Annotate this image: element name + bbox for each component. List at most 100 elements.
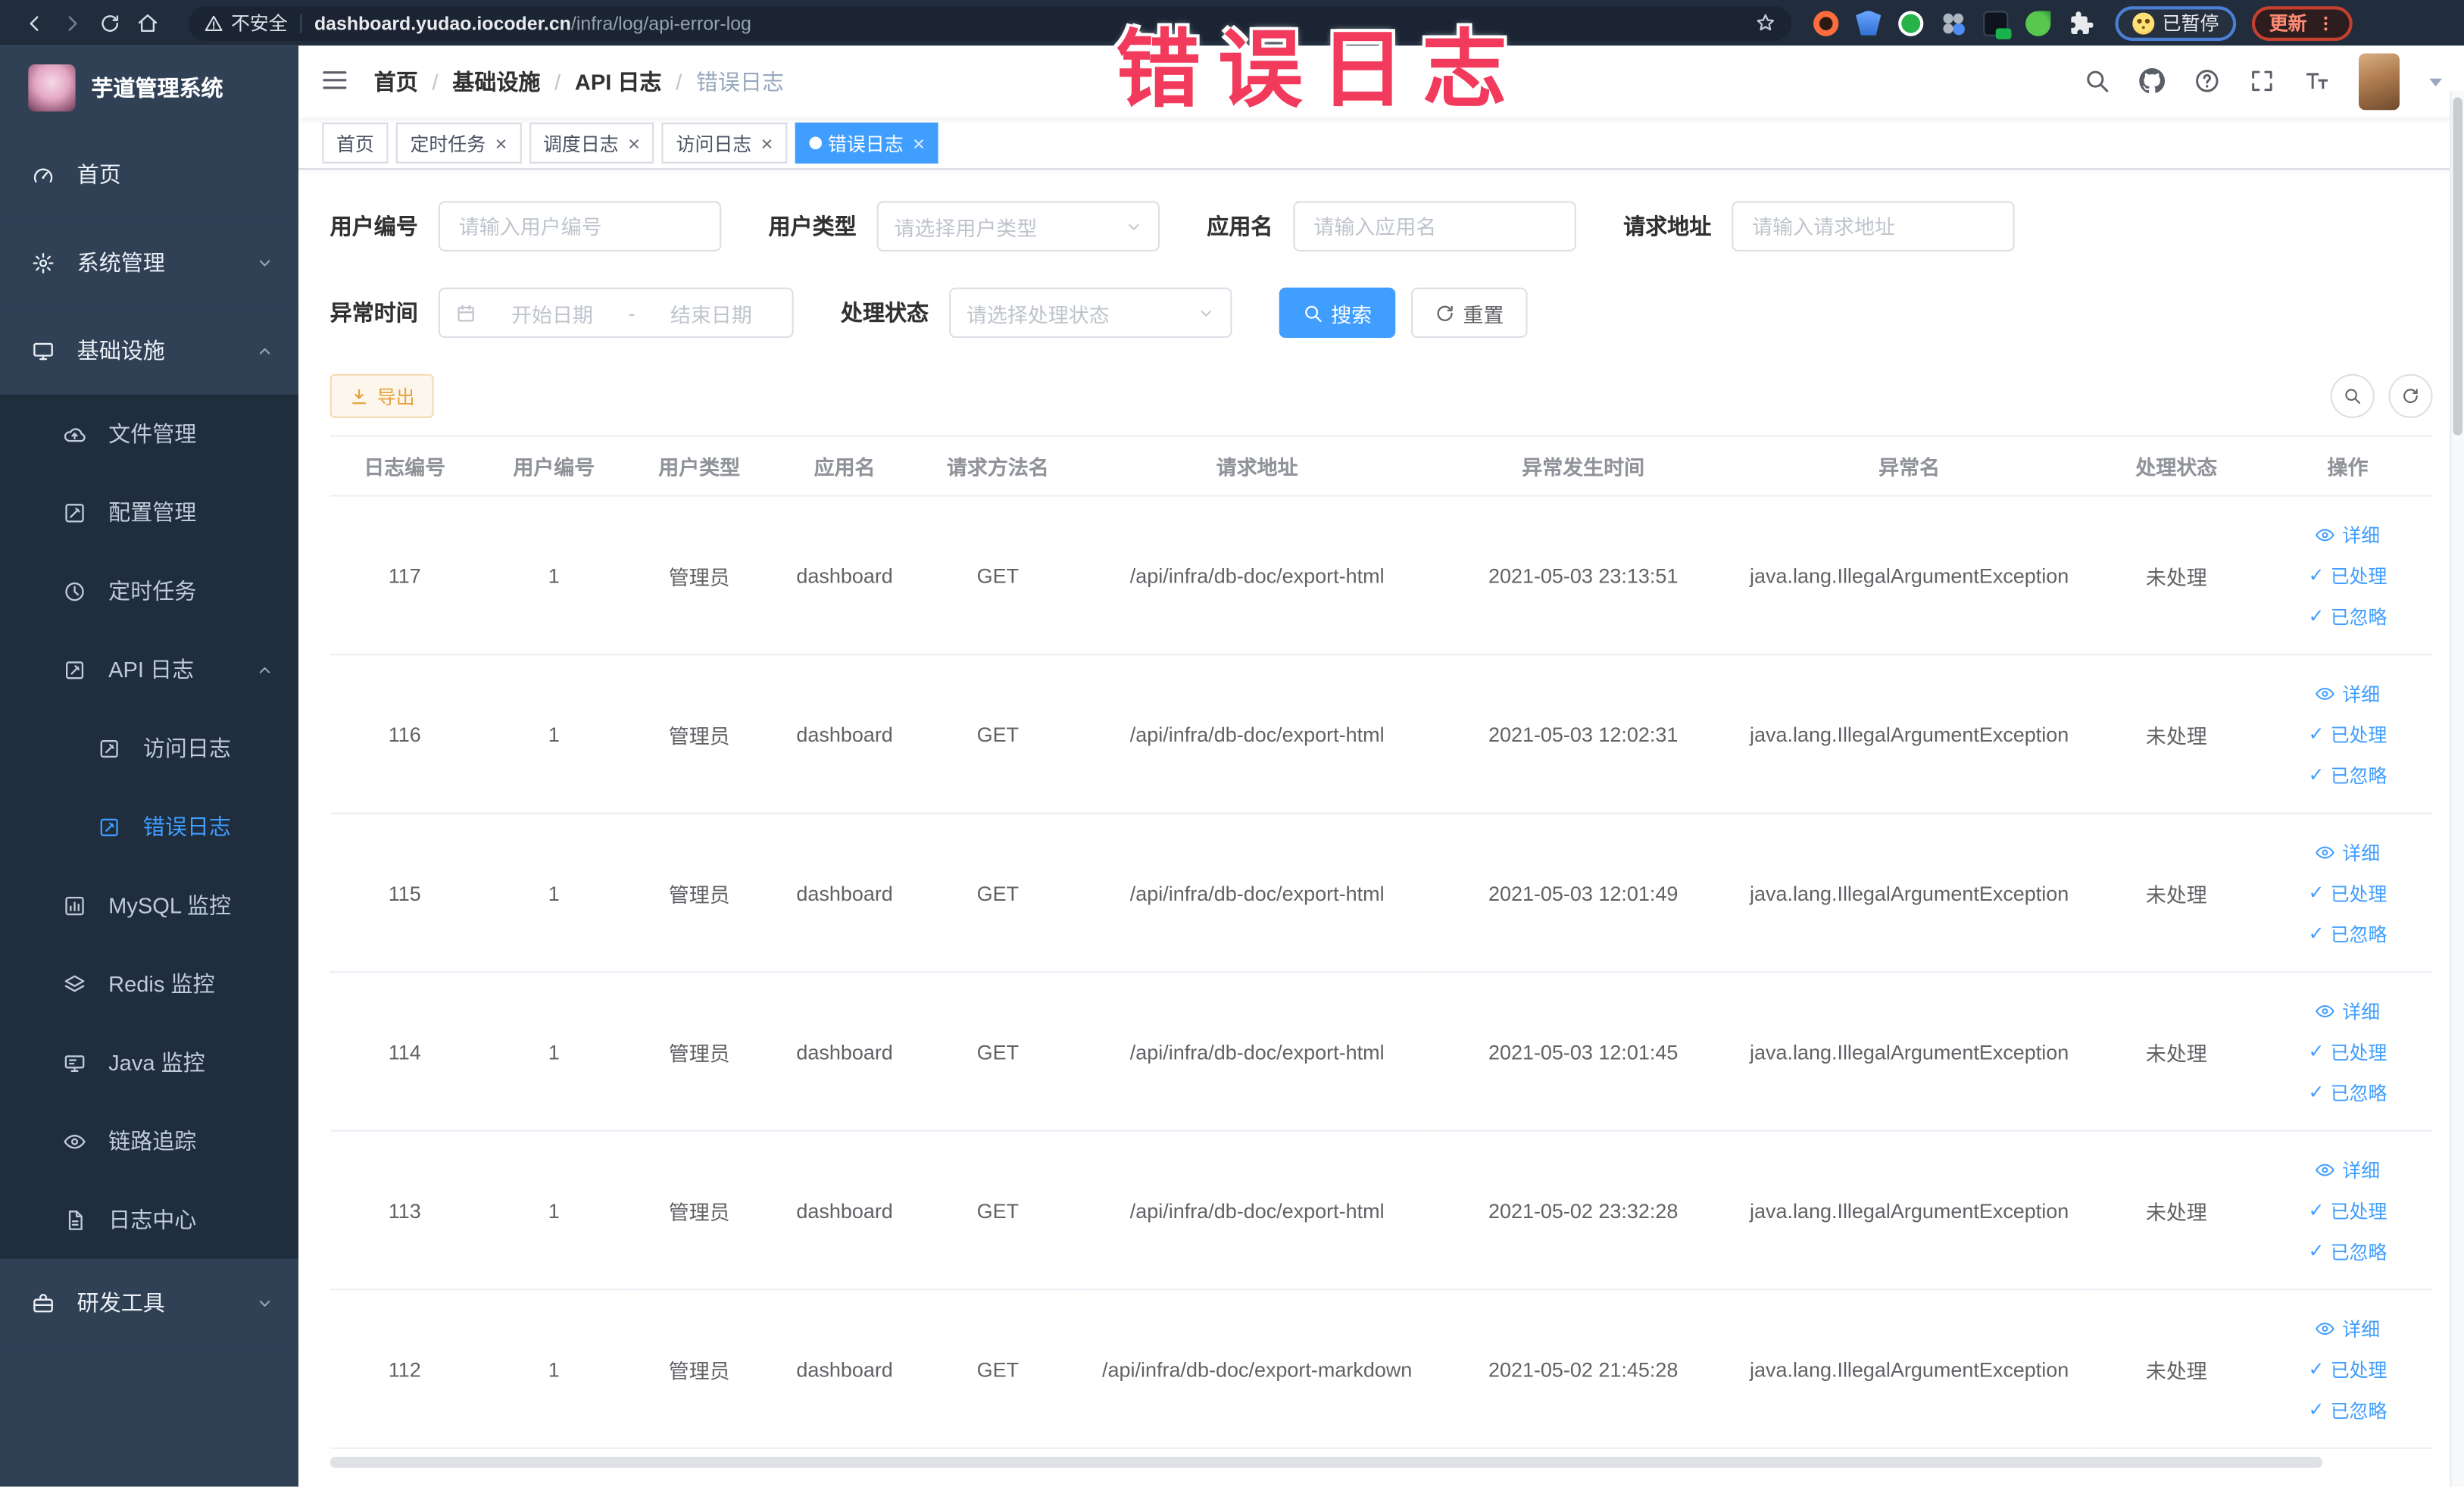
- exception-time-range-picker[interactable]: 开始日期 - 结束日期: [438, 287, 794, 339]
- sidebar-item-dev-tools[interactable]: 研发工具: [0, 1258, 299, 1347]
- extensions-puzzle-icon[interactable]: [2068, 10, 2093, 35]
- breadcrumb-item-infrastructure[interactable]: 基础设施: [452, 66, 540, 97]
- request-url-input[interactable]: [1732, 201, 2015, 251]
- action-processed[interactable]: ✓ 已处理: [2309, 1038, 2387, 1064]
- github-icon[interactable]: [2139, 67, 2167, 95]
- toggle-search-button[interactable]: [2330, 373, 2375, 418]
- refresh-button[interactable]: [2388, 373, 2433, 418]
- cell-method: GET: [919, 1130, 1077, 1291]
- address-bar[interactable]: 不安全 dashboard.yudao.iocoder.cn/infra/log…: [188, 5, 1792, 40]
- action-detail[interactable]: 详细: [2316, 1156, 2380, 1182]
- sidebar-item-java-monitor[interactable]: Java 监控: [0, 1023, 299, 1102]
- chevron-down-icon: [1125, 217, 1142, 235]
- sidebar-item-mysql-monitor[interactable]: MySQL 监控: [0, 866, 299, 945]
- tab-home[interactable]: 首页: [322, 122, 389, 164]
- sidebar-item-scheduled-tasks[interactable]: 定时任务: [0, 551, 299, 630]
- user-avatar[interactable]: [2359, 53, 2400, 111]
- close-icon[interactable]: ×: [628, 133, 640, 153]
- action-processed[interactable]: ✓ 已处理: [2309, 720, 2387, 747]
- action-label: 详细: [2342, 841, 2381, 864]
- action-ignored[interactable]: ✓ 已忽略: [2309, 920, 2387, 947]
- sidebar-item-error-log[interactable]: 错误日志: [0, 787, 299, 867]
- sidebar-item-trace[interactable]: 链路追踪: [0, 1101, 299, 1181]
- tab-schedule-log[interactable]: 调度日志 ×: [529, 122, 654, 164]
- action-detail[interactable]: 详细: [2316, 521, 2380, 548]
- action-ignored[interactable]: ✓ 已忽略: [2309, 603, 2387, 629]
- sidebar-item-label: Java 监控: [108, 1049, 205, 1076]
- horizontal-scrollbar[interactable]: [329, 1457, 2323, 1468]
- scrollbar-thumb[interactable]: [2453, 97, 2462, 436]
- column-header-method: 请求方法名: [919, 435, 1077, 497]
- annotation-title: 错误日志: [1115, 23, 1525, 118]
- action-ignored[interactable]: ✓ 已忽略: [2309, 1238, 2387, 1264]
- close-icon[interactable]: ×: [913, 133, 925, 153]
- action-processed[interactable]: ✓ 已处理: [2309, 1197, 2387, 1223]
- breadcrumb-item-home[interactable]: 首页: [374, 66, 418, 97]
- tab-scheduled-tasks[interactable]: 定时任务 ×: [395, 122, 521, 164]
- extension-on-icon[interactable]: [1983, 10, 2012, 39]
- action-ignored[interactable]: ✓ 已忽略: [2309, 1079, 2387, 1105]
- fullscreen-icon[interactable]: [2249, 67, 2277, 95]
- clock-icon: [63, 579, 86, 602]
- breadcrumb-item-api-log[interactable]: API 日志: [575, 66, 662, 97]
- caret-down-icon[interactable]: [2429, 77, 2442, 86]
- search-button[interactable]: 搜索: [1279, 287, 1396, 339]
- help-icon[interactable]: [2194, 67, 2222, 95]
- forward-icon[interactable]: [54, 4, 92, 42]
- profile-paused-chip[interactable]: 已暂停: [2115, 5, 2237, 40]
- font-size-icon[interactable]: [2303, 67, 2331, 95]
- sidebar-item-home[interactable]: 首页: [0, 130, 299, 219]
- extension-icon[interactable]: [2025, 10, 2051, 36]
- table-row: 116 1 管理员 dashboard GET/api/infra/db-doc/exp…: [329, 654, 2433, 814]
- extension-icon[interactable]: [1941, 10, 1966, 36]
- extension-icon[interactable]: [1813, 10, 1839, 36]
- action-ignored[interactable]: ✓ 已忽略: [2309, 1396, 2387, 1423]
- tab-access-log[interactable]: 访问日志 ×: [661, 122, 788, 164]
- action-detail[interactable]: 详细: [2316, 1314, 2380, 1341]
- search-icon[interactable]: [2084, 67, 2112, 95]
- cell-method: GET: [919, 495, 1077, 656]
- hamburger-icon[interactable]: [320, 66, 351, 97]
- browser-update-button[interactable]: 更新: [2251, 5, 2353, 40]
- user-type-select[interactable]: 请选择用户类型: [876, 201, 1160, 251]
- action-detail[interactable]: 详细: [2316, 839, 2380, 865]
- tab-label: 定时任务: [410, 133, 486, 155]
- sidebar-item-log-center[interactable]: 日志中心: [0, 1180, 299, 1259]
- home-icon[interactable]: [129, 4, 167, 42]
- app-logo[interactable]: 芋道管理系统: [0, 45, 298, 130]
- cell-url: /api/infra/db-doc/export-markdown: [1076, 1289, 1438, 1449]
- close-icon[interactable]: ×: [761, 133, 773, 153]
- sidebar-item-redis-monitor[interactable]: Redis 监控: [0, 944, 299, 1023]
- extension-icon[interactable]: [1898, 10, 1924, 36]
- action-processed[interactable]: ✓ 已处理: [2309, 879, 2387, 906]
- process-status-select[interactable]: 请选择处理状态: [949, 287, 1232, 339]
- docedit-icon: [98, 736, 121, 760]
- column-header-status: 处理状态: [2090, 435, 2263, 497]
- app-name-input[interactable]: [1293, 201, 1576, 251]
- tab-label: 调度日志: [543, 133, 619, 155]
- action-detail[interactable]: 详细: [2316, 679, 2380, 706]
- action-processed[interactable]: ✓ 已处理: [2309, 562, 2387, 589]
- action-detail[interactable]: 详细: [2316, 997, 2380, 1023]
- export-button-label: 导出: [376, 386, 415, 408]
- reset-button[interactable]: 重置: [1411, 287, 1528, 339]
- reload-icon[interactable]: [91, 4, 129, 42]
- action-ignored[interactable]: ✓ 已忽略: [2309, 761, 2387, 788]
- action-processed[interactable]: ✓ 已处理: [2309, 1355, 2387, 1382]
- page-scrollbar[interactable]: [2450, 91, 2464, 1487]
- sidebar-item-system-management[interactable]: 系统管理: [0, 218, 299, 307]
- sidebar-item-infrastructure[interactable]: 基础设施: [0, 306, 299, 395]
- user-id-input[interactable]: [438, 201, 722, 251]
- sidebar-item-file-management[interactable]: 文件管理: [0, 394, 299, 473]
- extension-icon[interactable]: [1856, 10, 1882, 36]
- sidebar-item-config-management[interactable]: 配置管理: [0, 473, 299, 552]
- bookmark-star-icon[interactable]: [1755, 13, 1775, 33]
- export-button[interactable]: 导出: [329, 373, 434, 418]
- back-icon[interactable]: [16, 4, 54, 42]
- check-icon: ✓: [2308, 881, 2325, 904]
- sidebar-item-access-log[interactable]: 访问日志: [0, 708, 299, 788]
- sidebar-item-api-log[interactable]: API 日志: [0, 629, 299, 709]
- tab-error-log[interactable]: 错误日志 ×: [795, 122, 939, 164]
- kebab-menu-icon[interactable]: [2316, 14, 2335, 33]
- close-icon[interactable]: ×: [495, 133, 507, 153]
